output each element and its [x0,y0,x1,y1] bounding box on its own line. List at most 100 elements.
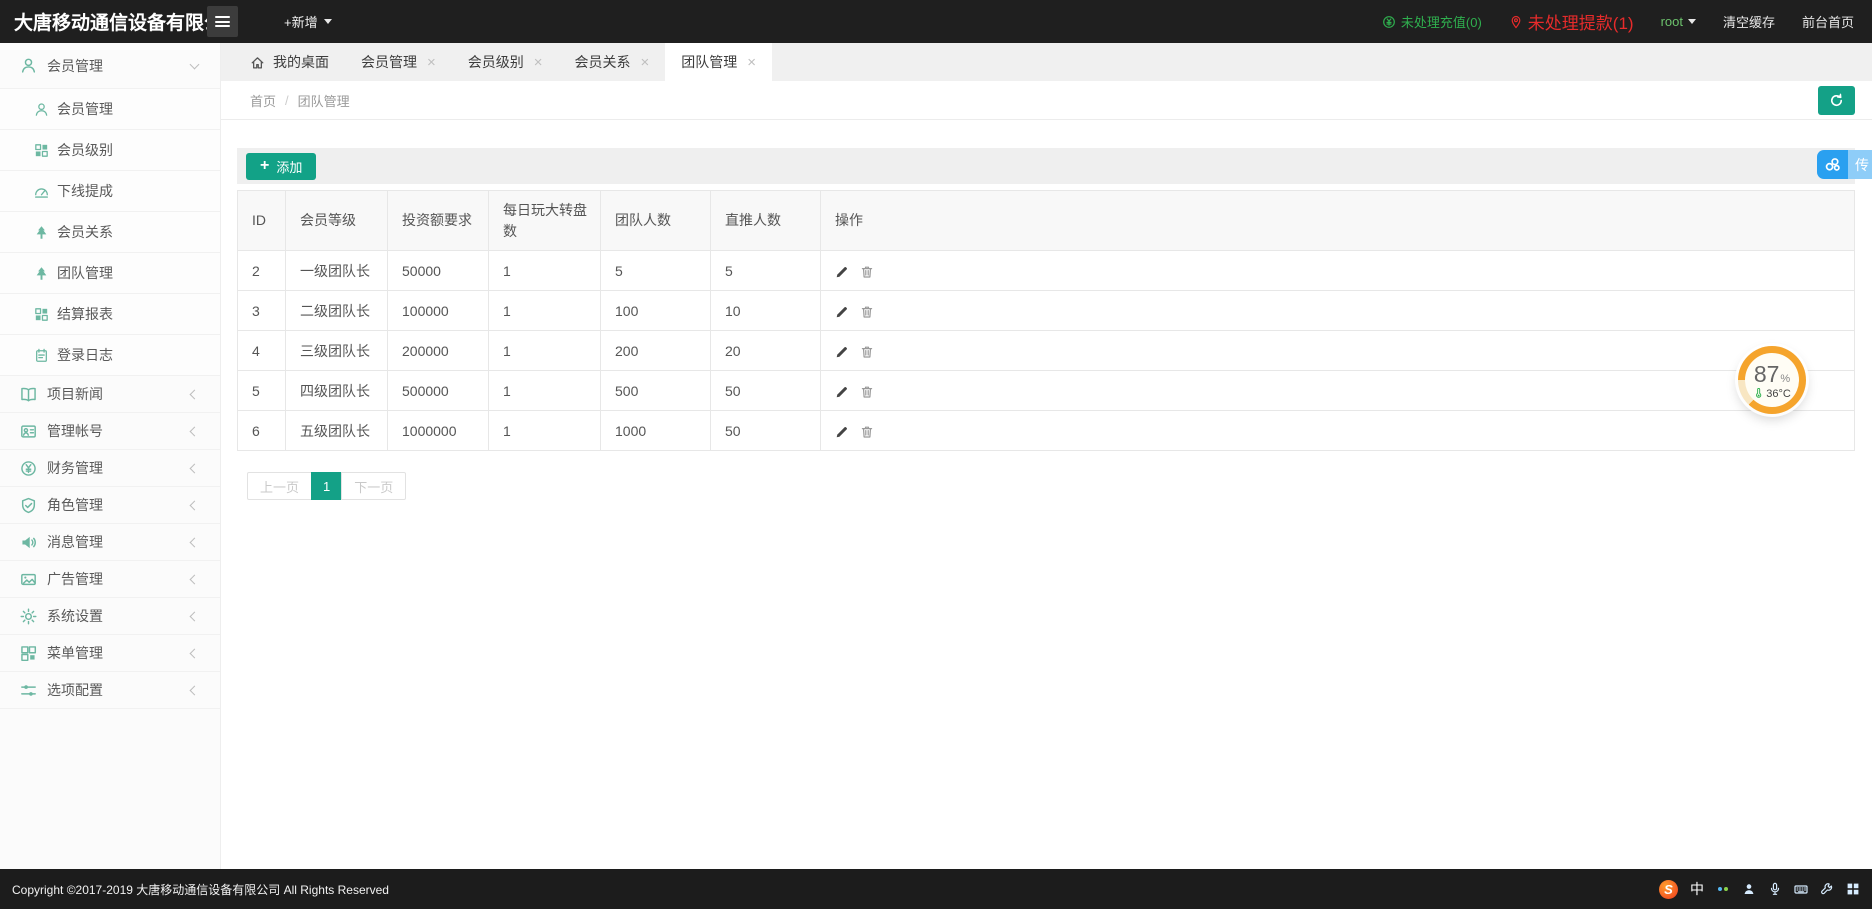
refresh-button[interactable] [1818,86,1855,115]
sidebar-item-member-management[interactable]: 会员管理 [0,89,220,130]
close-icon[interactable]: × [747,55,756,70]
sidebar-item-message-management[interactable]: 消息管理 [0,524,220,561]
tools-icon[interactable] [1820,882,1834,896]
tab-member-relation[interactable]: 会员关系 × [559,43,666,81]
tab-bar: 我的桌面会员管理×会员级别× 会员关系 × 团队管理 × [221,43,1872,81]
breadcrumb-separator: / [285,93,289,108]
clear-cache-link[interactable]: 清空缓存 [1723,12,1775,31]
sidebar-item-role-management[interactable]: 角色管理 [0,487,220,524]
cell: 10 [711,291,821,331]
sidebar-item-menu-management[interactable]: 菜单管理 [0,635,220,672]
sidebar-item-system-settings[interactable]: 系统设置 [0,598,220,635]
dots-icon[interactable] [1716,882,1730,896]
chevron-left-icon [190,685,200,695]
percent-unit: % [1780,373,1790,385]
column-header: 操作 [821,191,1855,251]
user-dropdown[interactable]: root [1661,14,1696,29]
tree-icon [34,225,49,240]
grid-tray-icon[interactable] [1846,882,1860,896]
topbar: 大唐移动通信设备有限公 +新增 未处理充值(0) 未处理提款(1) root [0,0,1872,43]
sidebar-item-settlement-report[interactable]: 结算报表 [0,294,220,335]
edit-button[interactable] [835,425,849,439]
sidebar-item-member-relation[interactable]: 会员关系 [0,212,220,253]
sidebar-item-project-news[interactable]: 项目新闻 [0,376,220,413]
hamburger-icon [215,14,230,30]
close-icon[interactable]: × [427,55,436,70]
performance-ball-widget[interactable]: 87 % 36°C [1738,346,1806,414]
edit-button[interactable] [835,385,849,399]
delete-button[interactable] [860,265,874,279]
sidebar-item-finance-management[interactable]: 财务管理 [0,450,220,487]
cell: 1 [489,411,601,451]
sidebar-item-downline-commission[interactable]: 下线提成 [0,171,220,212]
edit-button[interactable] [835,265,849,279]
tab-member-level[interactable]: 会员级别× [452,43,559,81]
recharge-coin-icon [1382,15,1396,29]
sidebar-item-label: 角色管理 [47,495,103,515]
prev-page-button[interactable]: 上一页 [247,472,312,500]
add-new-dropdown[interactable]: +新增 [284,12,332,31]
sidebar-item-login-log[interactable]: 登录日志 [0,335,220,376]
delete-button[interactable] [860,305,874,319]
pending-recharge-link[interactable]: 未处理充值(0) [1382,12,1482,31]
sidebar-item-member-management-parent[interactable]: 会员管理 [0,43,220,89]
delete-button[interactable] [860,425,874,439]
tree-icon [34,266,49,281]
cell: 1 [489,371,601,411]
table-row: 6五级团队长10000001100050 [238,411,1855,451]
delete-button[interactable] [860,345,874,359]
mic-icon[interactable] [1768,882,1782,896]
close-icon[interactable]: × [534,55,543,70]
person-tray-icon[interactable] [1742,882,1756,896]
netdisk-float-widget[interactable]: 传 [1817,150,1872,179]
caret-down-icon [1688,19,1696,24]
menu-grid-icon [20,645,37,662]
close-icon[interactable]: × [641,55,650,70]
sidebar-item-label: 菜单管理 [47,643,103,663]
column-header: 直推人数 [711,191,821,251]
cell: 500000 [388,371,489,411]
sogou-icon[interactable]: S [1659,880,1678,899]
cell: 100000 [388,291,489,331]
sidebar-item-admin-accounts[interactable]: 管理帐号 [0,413,220,450]
delete-button[interactable] [860,385,874,399]
tab-team-management[interactable]: 团队管理 × [665,43,772,81]
plus-icon: + [260,158,269,175]
cell: 三级团队长 [286,331,388,371]
lang-indicator[interactable]: 中 [1690,879,1704,899]
breadcrumb-home[interactable]: 首页 [250,91,276,110]
sidebar-item-ad-management[interactable]: 广告管理 [0,561,220,598]
shield-check-icon [20,497,37,514]
current-page-button[interactable]: 1 [311,472,342,500]
user-icon [20,57,37,74]
cell: 五级团队长 [286,411,388,451]
cell: 50 [711,371,821,411]
edit-button[interactable] [835,345,849,359]
chevron-left-icon [190,389,200,399]
keyboard-icon[interactable] [1794,882,1808,896]
chevron-left-icon [190,611,200,621]
front-home-link[interactable]: 前台首页 [1802,12,1854,31]
cell: 5 [238,371,286,411]
column-header: 投资额要求 [388,191,489,251]
cell: 50000 [388,251,489,291]
edit-button[interactable] [835,305,849,319]
footer: Copyright ©2017-2019 大唐移动通信设备有限公司 All Ri… [0,869,1872,909]
tab-my-desktop[interactable]: 我的桌面 [234,43,345,81]
sidebar-toggle-button[interactable] [207,6,238,37]
cell: 3 [238,291,286,331]
tab-member-management[interactable]: 会员管理× [345,43,452,81]
tab-label: 会员关系 [575,52,631,72]
add-button[interactable]: + 添加 [246,153,316,180]
yen-coin-icon [20,460,37,477]
pagination: 上一页1下一页 [247,472,1855,500]
pending-withdraw-link[interactable]: 未处理提款(1) [1509,9,1634,34]
next-page-button[interactable]: 下一页 [341,472,406,500]
sidebar-item-label: 系统设置 [47,606,103,626]
tab-label: 团队管理 [681,52,737,72]
sidebar-item-team-management[interactable]: 团队管理 [0,253,220,294]
sidebar-item-member-level[interactable]: 会员级别 [0,130,220,171]
sidebar-item-option-config[interactable]: 选项配置 [0,672,220,709]
sidebar-item-label: 会员管理 [47,56,103,76]
content-area: + 添加 ID会员等级投资额要求每日玩大转盘数团队人数直推人数操作 2一级团队长… [221,120,1872,869]
